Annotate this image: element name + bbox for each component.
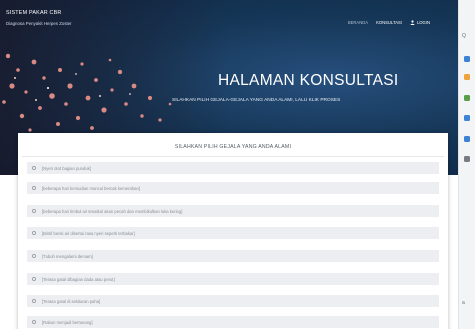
symptom-option[interactable]: [Tubuh mengalami demam] [27,250,439,262]
radio-button[interactable] [32,299,36,303]
user-icon [410,20,415,25]
symptom-option[interactable]: [Terasa gatal dibagian dada atau perut] [27,273,439,285]
symptom-option[interactable]: [Nyeri otot bagian punduk] [27,162,439,174]
page: SISTEM PAKAR CBR Diagnosa Penyakit Herpe… [0,0,475,329]
page-subtitle: SILAHKAN PILIH GEJALA-GEJALA YANG ANDA A… [172,98,341,103]
nav-link-konsultasi[interactable]: KONSULTASI [376,20,402,25]
app-icon[interactable] [464,95,470,101]
radio-button[interactable] [32,254,36,258]
radio-button[interactable] [32,186,36,190]
symptom-label: [Tubuh mengalami demam] [42,253,93,259]
symptom-label: [beberapa hari kemudian muncul bercak ke… [42,185,140,191]
symptom-label: [Terasa gatal dibagian dada atau perut] [42,276,115,282]
strip-footer-text: a [462,300,465,306]
symptom-option[interactable]: [Terasa gatal di sekitaran paha] [27,295,439,307]
radio-button[interactable] [32,166,36,170]
page-title: HALAMAN KONSULTASI [218,72,399,89]
brand-title: SISTEM PAKAR CBR [6,10,62,16]
symptom-option[interactable]: [Bintil berisi air disertai rasa nyeri s… [27,227,439,239]
radio-button[interactable] [32,231,36,235]
symptom-label: [Rabun menjadi bertunang] [42,319,93,325]
card-title: SILAHKAN PILIH GEJALA YANG ANDA ALAMI [174,144,292,150]
card-divider [22,156,444,157]
side-app-strip: Q a [458,0,475,329]
nav-links: BERANDA KONSULTASI LOGIN [340,20,430,25]
login-link[interactable]: LOGIN [410,20,430,25]
symptom-label: [Bintil berisi air disertai rasa nyeri s… [42,230,135,236]
navbar: SISTEM PAKAR CBR Diagnosa Penyakit Herpe… [0,0,458,40]
symptom-label: [Terasa gatal di sekitaran paha] [42,298,101,304]
symptom-label: [Nyeri otot bagian punduk] [42,165,91,171]
brand-subtitle: Diagnosa Penyakit Herpes Zoster [6,21,72,26]
nav-link-beranda[interactable]: BERANDA [348,20,368,25]
symptom-label: [beberapa hari timbul air tenatkul akan … [42,208,183,214]
radio-button[interactable] [32,320,36,324]
app-icon[interactable] [464,136,470,142]
symptom-option[interactable]: [beberapa hari kemudian muncul bercak ke… [27,182,439,194]
symptom-option[interactable]: [beberapa hari timbul air tenatkul akan … [27,205,439,217]
app-icon[interactable] [464,156,470,162]
radio-button[interactable] [32,209,36,213]
app-icon[interactable] [464,56,470,62]
radio-button[interactable] [32,277,36,281]
symptom-option[interactable]: [Rabun menjadi bertunang] [27,316,439,328]
brand[interactable]: SISTEM PAKAR CBR Diagnosa Penyakit Herpe… [6,10,72,26]
login-label: LOGIN [416,20,430,25]
app-icon[interactable] [464,115,470,121]
app-icon[interactable] [464,74,470,80]
strip-search-text: Q [462,33,466,39]
symptom-card: SILAHKAN PILIH GEJALA YANG ANDA ALAMI [N… [18,133,448,329]
